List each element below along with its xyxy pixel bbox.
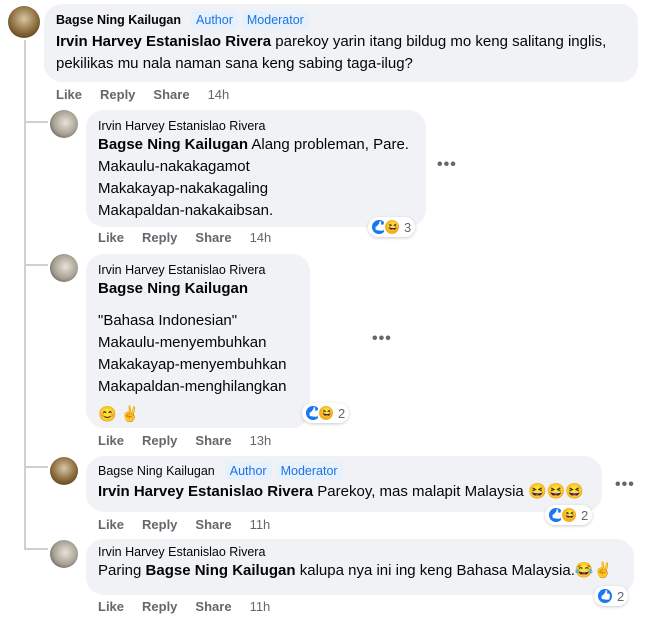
mention-link[interactable]: Bagse Ning Kailugan — [146, 562, 296, 579]
comment-timestamp[interactable]: 14h — [250, 230, 272, 245]
comment-author[interactable]: Bagse Ning Kailugan — [98, 464, 215, 478]
avatar[interactable] — [50, 110, 78, 138]
like-button[interactable]: Like — [98, 433, 124, 448]
thread-line-branch-4 — [24, 548, 48, 550]
mention-link[interactable]: Irvin Harvey Estanislao Rivera — [98, 483, 313, 500]
comment-author[interactable]: Irvin Harvey Estanislao Rivera — [98, 263, 265, 277]
reaction-summary[interactable]: 2 — [302, 403, 350, 423]
comment-author[interactable]: Bagse Ning Kailugan — [56, 13, 181, 27]
avatar[interactable] — [50, 457, 78, 485]
reply-button[interactable]: Reply — [142, 517, 177, 532]
author-badge: Author — [224, 462, 272, 480]
reaction-count: 3 — [404, 219, 412, 235]
reply-button[interactable]: Reply — [142, 433, 177, 448]
comment-bubble: Irvin Harvey Estanislao Rivera Bagse Nin… — [86, 110, 426, 227]
reply-button[interactable]: Reply — [100, 87, 135, 102]
share-button[interactable]: Share — [153, 87, 189, 102]
comment-bubble: Irvin Harvey Estanislao Rivera Paring Ba… — [86, 539, 634, 595]
comment-bubble: Bagse Ning Kailugan Author Moderator Irv… — [86, 456, 602, 512]
comment-actions: Like Reply Share 11h — [98, 599, 270, 614]
moderator-badge: Moderator — [275, 462, 343, 480]
thread-line-branch-1 — [24, 121, 48, 123]
comment-actions: Like Reply Share 11h — [98, 517, 270, 532]
emoji-text: 😂✌️ — [574, 562, 613, 579]
comment-actions: Like Reply Share 14h — [98, 230, 271, 245]
comment-text: Irvin Harvey Estanislao Rivera parekoy y… — [56, 33, 607, 72]
comment-bubble: Bagse Ning Kailugan Author Moderator Irv… — [44, 4, 638, 82]
thread-line-main — [24, 40, 26, 550]
comment-timestamp[interactable]: 11h — [250, 517, 271, 532]
share-button[interactable]: Share — [195, 599, 231, 614]
comment-text: Irvin Harvey Estanislao Rivera Parekoy, … — [98, 483, 584, 500]
comment-timestamp[interactable]: 11h — [250, 599, 271, 614]
mention-link[interactable]: Bagse Ning Kailugan — [98, 280, 248, 297]
comment-timestamp[interactable]: 13h — [250, 433, 272, 448]
avatar[interactable] — [50, 540, 78, 568]
avatar[interactable] — [8, 6, 40, 38]
comment-author[interactable]: Irvin Harvey Estanislao Rivera — [98, 545, 265, 559]
comment-author[interactable]: Irvin Harvey Estanislao Rivera — [98, 119, 265, 133]
moderator-badge: Moderator — [241, 11, 309, 29]
more-options-icon[interactable]: ••• — [437, 156, 457, 174]
emoji-text: 😊 ✌️ — [98, 406, 140, 423]
reaction-count: 2 — [617, 588, 625, 604]
like-reaction-icon — [596, 587, 614, 605]
share-button[interactable]: Share — [195, 517, 231, 532]
haha-reaction-icon — [560, 506, 578, 524]
comment-text: Bagse Ning Kailugan Alang probleman, Par… — [98, 136, 409, 219]
comment-actions: Like Reply Share 13h — [98, 433, 271, 448]
share-button[interactable]: Share — [195, 433, 231, 448]
more-options-icon[interactable]: ••• — [615, 476, 635, 494]
comment-text: Bagse Ning Kailugan "Bahasa Indonesian" … — [98, 280, 287, 423]
haha-reaction-icon — [383, 218, 401, 236]
like-button[interactable]: Like — [98, 599, 124, 614]
like-button[interactable]: Like — [98, 230, 124, 245]
mention-link[interactable]: Bagse Ning Kailugan — [98, 136, 248, 153]
comment-actions: Like Reply Share 14h — [56, 87, 229, 102]
haha-reaction-icon — [317, 404, 335, 422]
reaction-summary[interactable]: 2 — [545, 505, 593, 525]
thread-line-branch-2 — [24, 264, 48, 266]
reaction-summary[interactable]: 2 — [594, 586, 629, 606]
reaction-count: 2 — [581, 507, 589, 523]
like-button[interactable]: Like — [98, 517, 124, 532]
emoji-text: 😆😆😆 — [527, 483, 584, 500]
share-button[interactable]: Share — [195, 230, 231, 245]
author-badge: Author — [191, 11, 238, 29]
reaction-count: 2 — [338, 405, 346, 421]
thread-line-branch-3 — [24, 466, 48, 468]
like-button[interactable]: Like — [56, 87, 82, 102]
reply-button[interactable]: Reply — [142, 230, 177, 245]
comment-bubble: Irvin Harvey Estanislao Rivera Bagse Nin… — [86, 254, 310, 428]
mention-link[interactable]: Irvin Harvey Estanislao Rivera — [56, 33, 271, 50]
reaction-summary[interactable]: 3 — [368, 217, 416, 237]
comment-timestamp[interactable]: 14h — [208, 87, 230, 102]
reply-button[interactable]: Reply — [142, 599, 177, 614]
avatar[interactable] — [50, 254, 78, 282]
comment-text: Paring Bagse Ning Kailugan kalupa nya in… — [98, 562, 613, 579]
more-options-icon[interactable]: ••• — [372, 330, 392, 348]
